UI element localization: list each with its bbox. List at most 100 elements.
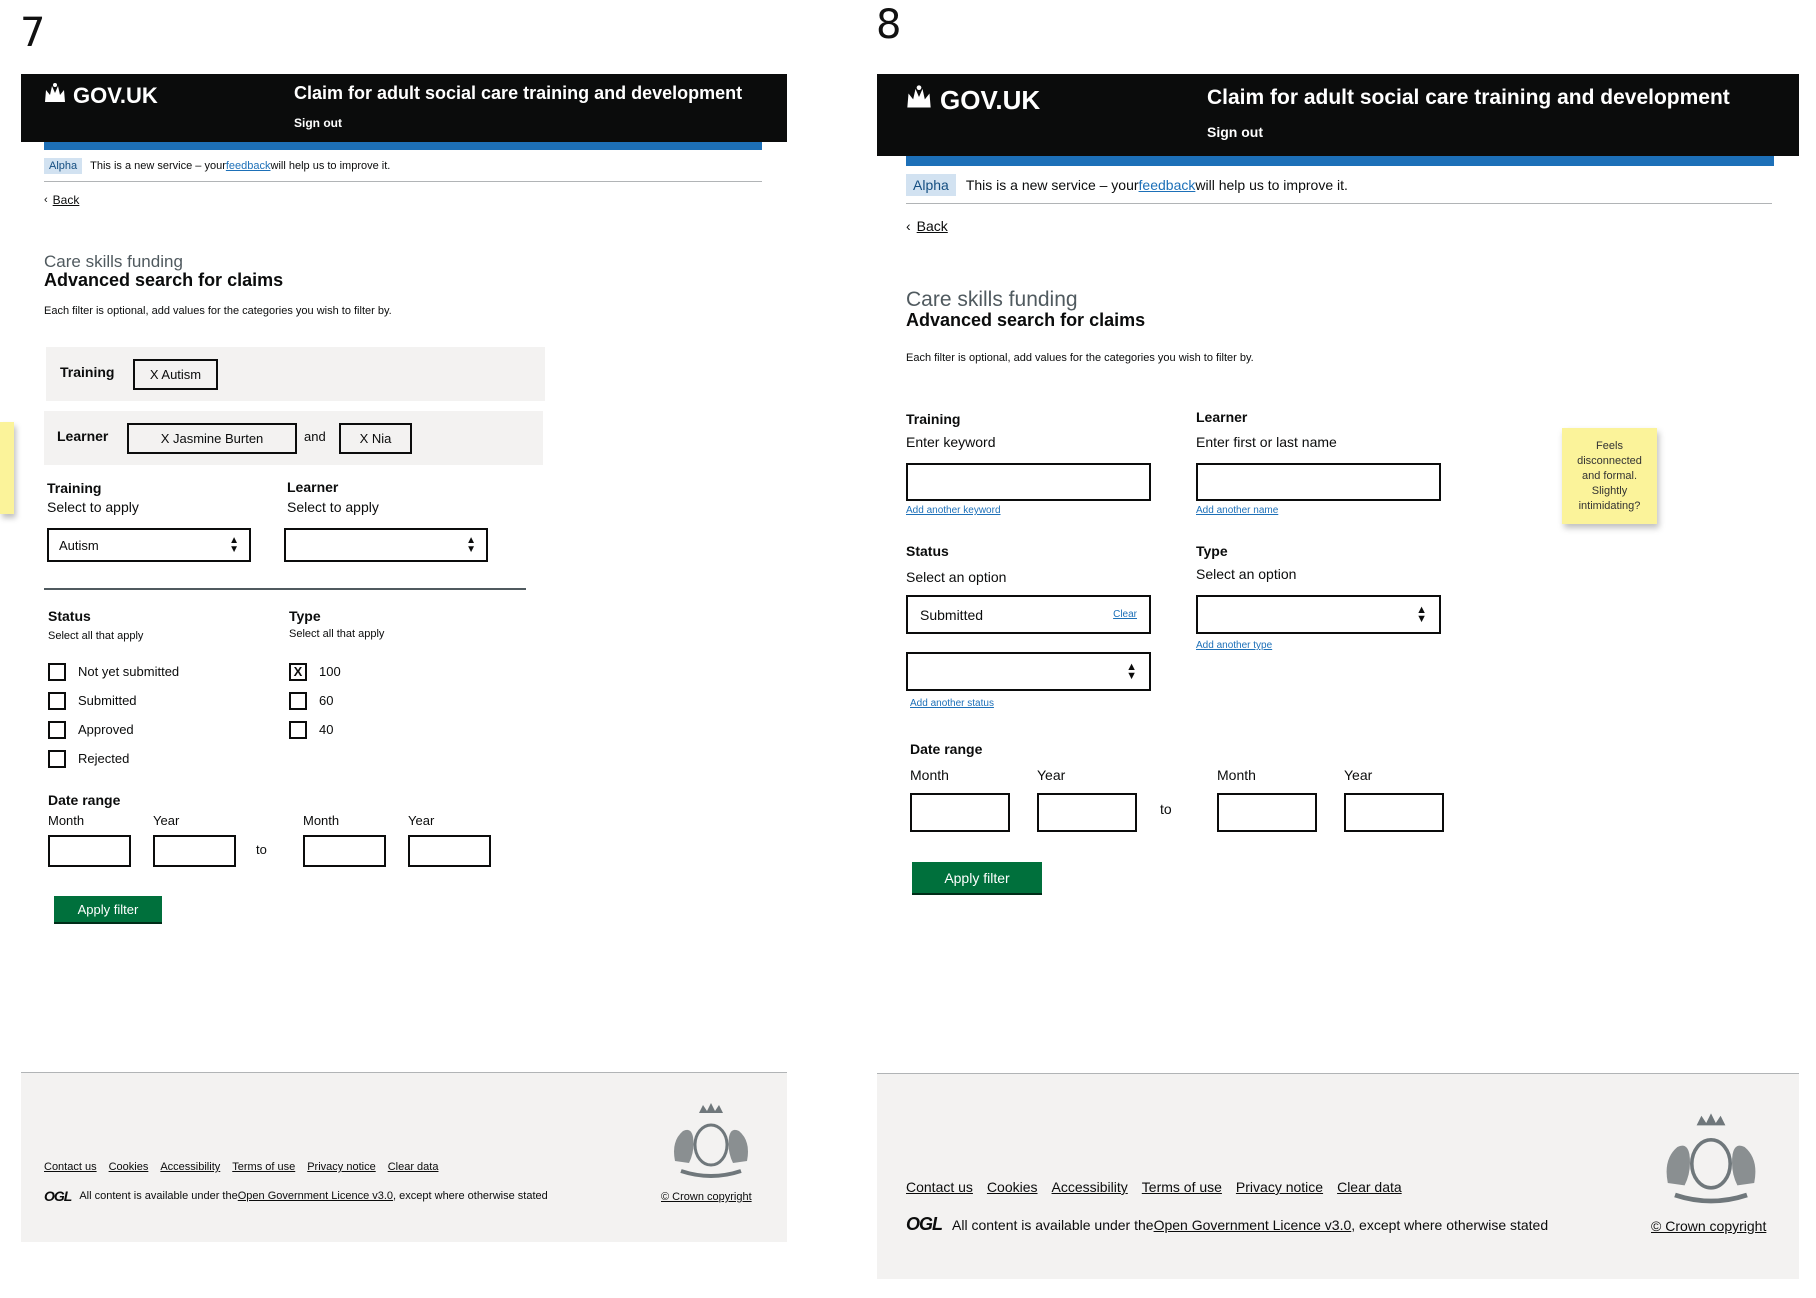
footer: Contact us Cookies Accessibility Terms o… [21,1072,787,1242]
type-select[interactable]: ▲ ▼ [1196,595,1441,634]
status-option-approved[interactable]: Approved [48,715,179,744]
add-another-name-link[interactable]: Add another name [1196,505,1278,516]
checkbox-label: 40 [319,722,334,737]
remove-learner-nia-chip[interactable]: X Nia [339,423,412,454]
from-year-input[interactable] [1037,793,1137,832]
crown-copyright-link[interactable]: © Crown copyright [1651,1218,1766,1234]
crown-copyright-link[interactable]: © Crown copyright [661,1191,752,1203]
footer-link-terms[interactable]: Terms of use [232,1161,295,1173]
govuk-logo[interactable]: GOV.UK [43,82,158,110]
page-caption: Care skills funding [906,288,1078,311]
status-selected-field[interactable]: Submitted Clear [906,595,1151,634]
footer-link-clear-data[interactable]: Clear data [388,1161,439,1173]
sign-out-link[interactable]: Sign out [1207,124,1263,140]
clear-status-link[interactable]: Clear [1113,609,1137,620]
date-range-label: Date range [910,741,983,757]
checkbox[interactable] [48,720,66,739]
from-month-input[interactable] [48,835,131,867]
footer-link-cookies[interactable]: Cookies [987,1179,1038,1195]
header-accent-bar [906,156,1774,166]
from-month-input[interactable] [910,793,1010,832]
date-range-label: Date range [48,792,121,808]
footer-links: Contact us Cookies Accessibility Terms o… [44,1161,438,1173]
training-select[interactable]: Autism ▲ ▼ [47,528,251,562]
checkbox[interactable] [289,691,307,710]
training-keyword-input[interactable] [906,463,1151,501]
footer-link-cookies[interactable]: Cookies [109,1161,149,1173]
footer-link-terms[interactable]: Terms of use [1142,1179,1222,1195]
licence-text-before: All content is available under the [952,1216,1154,1233]
phase-tag: Alpha [44,158,83,174]
footer-link-accessibility[interactable]: Accessibility [160,1161,220,1173]
footer-link-contact[interactable]: Contact us [44,1161,97,1173]
status-option-rejected[interactable]: Rejected [48,744,179,773]
add-another-type-link[interactable]: Add another type [1196,640,1272,651]
add-another-keyword-link[interactable]: Add another keyword [906,505,1001,516]
type-option-60[interactable]: 60 [289,686,341,715]
footer-link-privacy[interactable]: Privacy notice [307,1161,375,1173]
logo-text: GOV.UK [73,83,158,108]
footer-link-contact[interactable]: Contact us [906,1179,973,1195]
phase-banner: Alpha This is a new service – your feedb… [44,156,390,176]
phase-text-after: will help us to improve it. [270,160,391,172]
checkbox[interactable] [48,749,66,768]
crown-icon [43,82,67,110]
licence-link[interactable]: Open Government Licence v3.0 [238,1190,393,1202]
to-month-input[interactable] [303,835,386,867]
feedback-link[interactable]: feedback [1139,177,1196,193]
remove-learner-jasmine-chip[interactable]: X Jasmine Burten [127,423,297,454]
from-year-label: Year [1037,767,1066,783]
sign-out-link[interactable]: Sign out [294,116,342,130]
checkbox[interactable] [48,691,66,710]
licence-link[interactable]: Open Government Licence v3.0 [1154,1217,1352,1233]
checkbox[interactable] [289,720,307,739]
footer-link-privacy[interactable]: Privacy notice [1236,1179,1323,1195]
status-label: Status [48,608,91,624]
back-link[interactable]: ‹ Back [906,218,948,234]
ogl-logo: OGL [906,1214,943,1234]
back-link[interactable]: ‹ Back [44,193,79,207]
type-hint: Select an option [1196,566,1297,582]
applied-training-panel: Training X Autism [46,347,545,401]
back-link-label: Back [52,193,80,207]
status-label: Status [906,543,949,559]
learner-name-input[interactable] [1196,463,1441,501]
section-divider [44,588,526,590]
from-year-input[interactable] [153,835,236,867]
select-arrows-icon: ▲ ▼ [1126,660,1137,682]
checkbox-label: Submitted [78,693,137,708]
service-name[interactable]: Claim for adult social care training and… [1207,86,1730,110]
select-arrows-icon: ▲ ▼ [229,535,239,555]
govuk-logo[interactable]: GOV.UK [905,84,1040,117]
header: GOV.UK Claim for adult social care train… [21,74,787,142]
training-select-hint: Select to apply [47,499,139,515]
learner-select[interactable]: ▲ ▼ [284,528,488,562]
footer-link-clear-data[interactable]: Clear data [1337,1179,1402,1195]
apply-filter-button[interactable]: Apply filter [54,896,162,922]
footer-link-accessibility[interactable]: Accessibility [1052,1179,1128,1195]
service-name[interactable]: Claim for adult social care training and… [294,83,742,104]
licence-text-after: , except where otherwise stated [1351,1216,1549,1233]
to-month-input[interactable] [1217,793,1317,832]
to-year-input[interactable] [408,835,491,867]
to-year-label: Year [408,813,435,828]
from-month-label: Month [48,813,85,828]
apply-filter-button[interactable]: Apply filter [912,862,1042,893]
add-another-status-link[interactable]: Add another status [910,698,994,709]
checkbox[interactable] [48,662,66,681]
status-select[interactable]: ▲ ▼ [906,652,1151,691]
type-option-100[interactable]: X 100 [289,657,341,686]
checkbox-label: 100 [319,664,341,679]
to-text: to [1160,801,1172,817]
phase-banner: Alpha This is a new service – your feedb… [906,173,1348,197]
feedback-link[interactable]: feedback [226,160,271,172]
checkbox-checked[interactable]: X [289,662,307,681]
type-option-40[interactable]: 40 [289,715,341,744]
select-arrows-icon: ▲ ▼ [1416,603,1427,625]
page-title: Advanced search for claims [44,270,284,290]
status-option-not-yet-submitted[interactable]: Not yet submitted [48,657,179,686]
status-option-submitted[interactable]: Submitted [48,686,179,715]
to-year-input[interactable] [1344,793,1444,832]
page-caption: Care skills funding [44,252,183,271]
remove-training-autism-chip[interactable]: X Autism [133,359,218,390]
